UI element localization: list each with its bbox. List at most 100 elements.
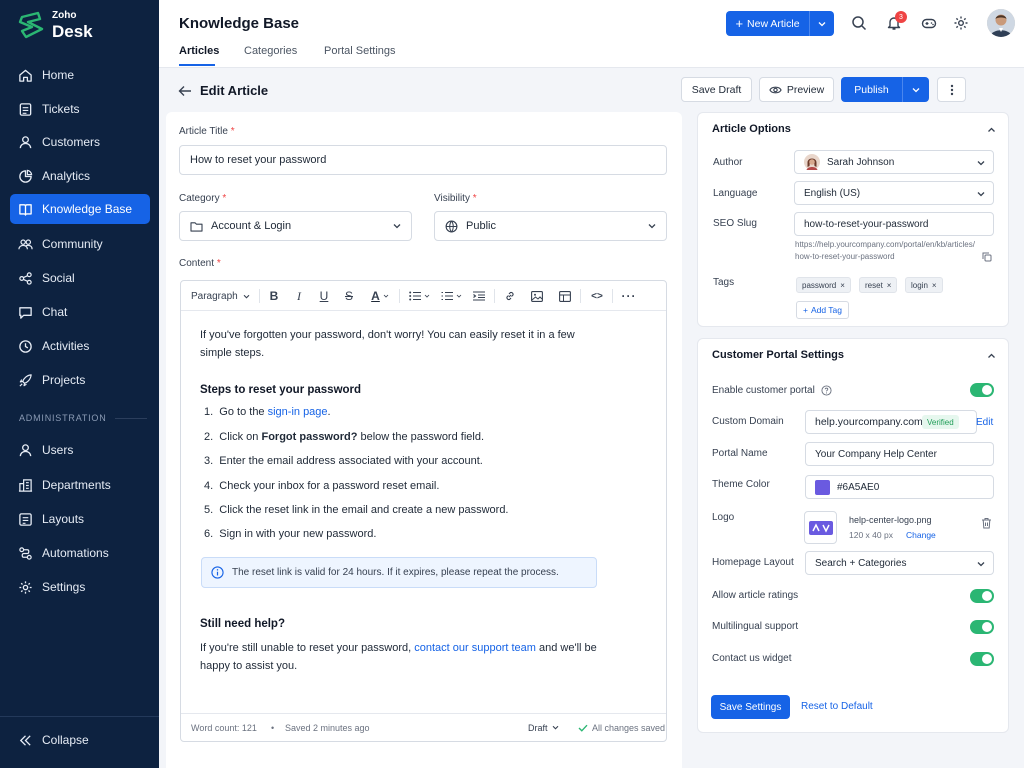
enable-portal-toggle[interactable] <box>970 383 994 397</box>
reset-to-default-link[interactable]: Reset to Default <box>801 701 873 712</box>
theme-color-input[interactable]: #6A5AE0 <box>805 475 994 499</box>
sidebar-item-tickets[interactable]: Tickets <box>10 94 150 124</box>
new-article-button[interactable]: + New Article <box>726 11 834 36</box>
article-ratings-toggle[interactable] <box>970 589 994 603</box>
multilingual-toggle[interactable] <box>970 620 994 634</box>
sidebar-item-users[interactable]: Users <box>10 435 150 465</box>
chevron-down-icon <box>818 21 826 26</box>
close-icon[interactable]: × <box>932 281 937 290</box>
code-icon[interactable]: <> <box>589 288 605 304</box>
new-article-dropdown[interactable] <box>810 11 834 36</box>
bullet-list-icon[interactable] <box>407 288 431 304</box>
folder-icon <box>190 221 203 232</box>
underline-icon[interactable]: U <box>317 288 331 304</box>
tag-login[interactable]: login × <box>905 277 943 293</box>
strikethrough-icon[interactable]: S <box>342 288 356 304</box>
intro-paragraph[interactable]: If you've forgotten your password, don't… <box>200 326 575 362</box>
list-item[interactable]: 4. Check your inbox for a password reset… <box>204 480 439 492</box>
sidebar-item-knowledge-base[interactable]: Knowledge Base <box>10 194 150 224</box>
status-select[interactable]: Draft <box>528 723 559 733</box>
list-item[interactable]: 6. Sign in with your new password. <box>204 528 376 540</box>
new-article-label: New Article <box>747 17 800 30</box>
tab-articles[interactable]: Articles <box>179 45 219 57</box>
user-avatar[interactable] <box>987 9 1015 37</box>
author-select[interactable]: Sarah Johnson <box>794 150 994 174</box>
close-icon[interactable]: × <box>840 281 845 290</box>
sidebar-item-home[interactable]: Home <box>10 60 150 90</box>
sign-in-page-link[interactable]: sign-in page <box>268 406 328 418</box>
add-tag-button[interactable]: + Add Tag <box>796 301 850 319</box>
gamepad-icon[interactable] <box>921 15 937 31</box>
visibility-select[interactable]: Public <box>434 211 667 241</box>
more-options-button[interactable] <box>937 77 966 102</box>
close-icon[interactable]: × <box>887 281 892 290</box>
app-logo[interactable]: Zoho Desk <box>18 10 93 40</box>
bold-icon[interactable]: B <box>267 288 281 304</box>
visibility-label: Visibility * <box>434 193 477 204</box>
sidebar-item-chat[interactable]: Chat <box>10 297 150 327</box>
indent-icon[interactable] <box>472 288 486 304</box>
tab-portal-settings[interactable]: Portal Settings <box>324 45 396 57</box>
article-title-input[interactable]: How to reset your password <box>179 145 667 175</box>
help-circle-icon[interactable] <box>821 385 832 396</box>
list-item[interactable]: 2. Click on Forgot password? below the p… <box>204 431 484 443</box>
publish-button[interactable]: Publish <box>841 77 929 102</box>
table-icon[interactable] <box>558 288 572 304</box>
italic-icon[interactable]: I <box>292 288 306 304</box>
paragraph-style-select[interactable]: Paragraph <box>191 288 250 304</box>
community-icon <box>18 238 33 249</box>
copy-icon[interactable] <box>982 252 992 262</box>
article-title-label: Article Title * <box>179 126 235 137</box>
save-settings-label: Save Settings <box>719 701 782 713</box>
back-arrow-icon[interactable] <box>178 84 192 98</box>
gear-icon[interactable] <box>953 15 969 31</box>
numbered-list-icon[interactable] <box>439 288 463 304</box>
publish-dropdown[interactable] <box>903 87 929 93</box>
sidebar-item-automations[interactable]: Automations <box>10 538 150 568</box>
contact-widget-toggle[interactable] <box>970 652 994 666</box>
sidebar-item-label: Projects <box>42 373 86 387</box>
preview-button[interactable]: Preview <box>759 77 834 102</box>
save-settings-button[interactable]: Save Settings <box>711 695 790 719</box>
tab-categories[interactable]: Categories <box>244 45 297 57</box>
category-select[interactable]: Account & Login <box>179 211 412 241</box>
sidebar-item-departments[interactable]: Departments <box>10 470 150 500</box>
sidebar-item-activities[interactable]: Activities <box>10 331 150 361</box>
homepage-layout-select[interactable]: Search + Categories <box>805 551 994 575</box>
sidebar-item-social[interactable]: Social <box>10 263 150 293</box>
chevron-up-icon[interactable] <box>987 127 996 133</box>
sidebar-item-customers[interactable]: Customers <box>10 127 150 157</box>
search-icon[interactable] <box>851 15 867 31</box>
more-horizontal-icon[interactable]: ··· <box>621 288 637 304</box>
seo-slug-input[interactable]: how-to-reset-your-password <box>794 212 994 236</box>
tag-reset[interactable]: reset × <box>859 277 898 293</box>
tag-password[interactable]: password × <box>796 277 851 293</box>
contact-support-link[interactable]: contact our support team <box>414 642 536 654</box>
save-draft-button[interactable]: Save Draft <box>681 77 752 102</box>
sidebar-item-community[interactable]: Community <box>10 229 150 259</box>
chevron-up-icon[interactable] <box>987 353 996 359</box>
help-paragraph[interactable]: If you're still unable to reset your pas… <box>200 639 597 675</box>
color-swatch[interactable] <box>815 479 830 495</box>
building-icon <box>18 478 33 492</box>
list-item[interactable]: 5. Click the reset link in the email and… <box>204 504 509 516</box>
language-label: Language <box>713 188 758 199</box>
collapse-sidebar-button[interactable]: Collapse <box>10 725 150 755</box>
sidebar-item-settings[interactable]: Settings <box>10 572 150 602</box>
trash-icon[interactable] <box>981 517 992 529</box>
portal-name-input[interactable]: Your Company Help Center <box>805 442 994 466</box>
change-logo-link[interactable]: Change <box>906 530 936 540</box>
logo-thumbnail[interactable] <box>804 511 837 544</box>
sidebar-item-projects[interactable]: Projects <box>10 365 150 395</box>
text-color-icon[interactable]: A <box>367 288 393 304</box>
image-icon[interactable] <box>530 288 544 304</box>
link-icon[interactable] <box>503 288 517 304</box>
saved-time: Saved 2 minutes ago <box>285 722 370 733</box>
list-item[interactable]: 3. Enter the email address associated wi… <box>204 455 483 467</box>
language-select[interactable]: English (US) <box>794 181 994 205</box>
sidebar-item-layouts[interactable]: Layouts <box>10 504 150 534</box>
list-item[interactable]: 1. Go to the sign-in page. <box>204 406 331 418</box>
edit-domain-link[interactable]: Edit <box>976 417 993 428</box>
sidebar-item-analytics[interactable]: Analytics <box>10 161 150 191</box>
steps-heading: Steps to reset your password <box>200 384 362 396</box>
